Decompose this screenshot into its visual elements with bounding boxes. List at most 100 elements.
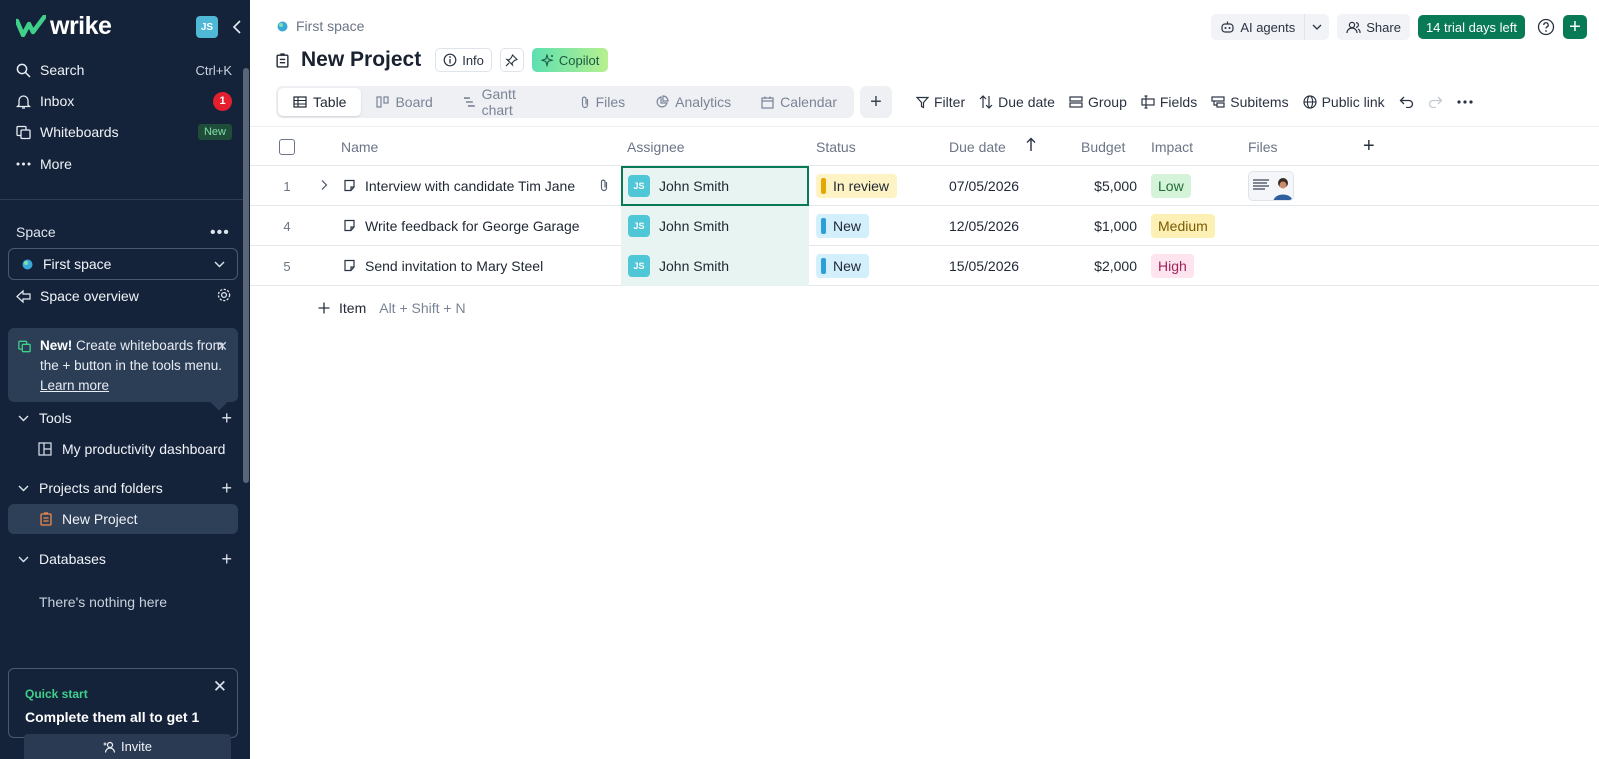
sidebar-item-new-project[interactable]: New Project [8, 504, 238, 534]
select-all-checkbox[interactable] [279, 139, 295, 155]
sidebar-item-dashboard[interactable]: My productivity dashboard [38, 437, 238, 461]
redo-icon[interactable] [1428, 96, 1443, 108]
sort-due-date-button[interactable]: Due date [979, 94, 1055, 110]
space-options-icon[interactable]: ••• [210, 224, 230, 242]
impact-badge[interactable]: Low [1151, 174, 1191, 198]
col-budget[interactable]: Budget [1081, 139, 1125, 155]
task-name[interactable]: Write feedback for George Garage [365, 218, 580, 234]
breadcrumb[interactable]: First space [276, 18, 364, 34]
assignee-cell[interactable]: JS John Smith [621, 166, 809, 206]
share-button[interactable]: Share [1337, 14, 1410, 40]
add-view-button[interactable]: + [860, 86, 892, 118]
gear-icon[interactable] [216, 287, 232, 306]
databases-section[interactable]: Databases + [18, 547, 232, 571]
col-assignee[interactable]: Assignee [627, 139, 685, 155]
info-icon [443, 53, 457, 67]
status-badge[interactable]: In review [816, 174, 898, 198]
chevron-down-icon [214, 261, 225, 267]
nav-inbox-label: Inbox [40, 93, 75, 109]
projects-section[interactable]: Projects and folders + [18, 476, 232, 500]
group-button[interactable]: Group [1069, 94, 1127, 110]
undo-icon[interactable] [1399, 96, 1414, 108]
budget-cell[interactable]: $2,000 [1080, 258, 1137, 274]
col-status[interactable]: Status [816, 139, 856, 155]
create-new-button[interactable]: + [1563, 15, 1587, 39]
col-impact[interactable]: Impact [1151, 139, 1193, 155]
tab-table[interactable]: Table [278, 88, 362, 116]
sidebar-scrollbar[interactable] [243, 64, 249, 704]
table-row[interactable]: 1 Interview with candidate Tim Jane JS J… [250, 166, 1599, 206]
page-title[interactable]: New Project [301, 48, 421, 72]
task-name[interactable]: Interview with candidate Tim Jane [365, 178, 575, 194]
close-icon[interactable]: ✕ [216, 336, 228, 356]
task-name[interactable]: Send invitation to Mary Steel [365, 258, 543, 274]
file-thumbnail[interactable] [1248, 171, 1294, 201]
public-link-button[interactable]: Public link [1302, 94, 1385, 110]
budget-cell[interactable]: $5,000 [1080, 178, 1137, 194]
scrollbar-thumb[interactable] [243, 68, 249, 483]
trial-days-button[interactable]: 14 trial days left [1417, 15, 1525, 39]
user-avatar[interactable]: JS [196, 16, 218, 38]
col-name[interactable]: Name [341, 139, 378, 155]
help-icon[interactable] [1533, 14, 1559, 40]
col-files[interactable]: Files [1248, 139, 1278, 155]
breadcrumb-space[interactable]: First space [296, 18, 364, 34]
tab-files[interactable]: Files [565, 88, 641, 116]
chevron-down-icon[interactable] [1305, 24, 1329, 30]
fields-button[interactable]: Fields [1141, 94, 1197, 110]
invite-button[interactable]: Invite [24, 734, 231, 759]
info-button[interactable]: Info [435, 48, 492, 72]
add-project-icon[interactable]: + [221, 478, 232, 499]
tools-section[interactable]: Tools + [18, 406, 232, 430]
add-column-icon[interactable]: + [1363, 135, 1375, 158]
sort-ascending-icon[interactable] [1026, 137, 1036, 155]
tab-board[interactable]: Board [361, 88, 447, 116]
status-badge[interactable]: New [816, 214, 870, 238]
budget-cell[interactable]: $1,000 [1080, 218, 1137, 234]
expand-chevron-icon[interactable] [320, 178, 328, 194]
filter-label: Filter [934, 94, 966, 110]
nav-inbox[interactable]: Inbox 1 [16, 88, 232, 114]
tab-analytics[interactable]: Analytics [640, 88, 746, 116]
status-label: New [833, 218, 862, 234]
table-row[interactable]: 4 Write feedback for George Garage JS Jo… [250, 206, 1599, 246]
copilot-button[interactable]: Copilot [531, 48, 609, 72]
pin-button[interactable] [499, 48, 524, 72]
copilot-label: Copilot [558, 52, 600, 68]
close-icon[interactable]: ✕ [213, 677, 227, 697]
table-row[interactable]: 5 Send invitation to Mary Steel JS John … [250, 246, 1599, 286]
nav-whiteboards[interactable]: Whiteboards New [16, 119, 232, 145]
due-date-cell[interactable]: 15/05/2026 [949, 258, 1019, 274]
quick-start-card[interactable]: Quick start Complete them all to get 1 ✕ [8, 668, 238, 738]
due-date-cell[interactable]: 12/05/2026 [949, 218, 1019, 234]
add-tool-icon[interactable]: + [221, 408, 232, 429]
nav-search[interactable]: Search Ctrl+K [16, 57, 232, 83]
due-date-cell[interactable]: 07/05/2026 [949, 178, 1019, 194]
tip-learn-more-link[interactable]: Learn more [40, 378, 109, 393]
status-badge[interactable]: New [816, 254, 870, 278]
tab-calendar[interactable]: Calendar [746, 88, 852, 116]
attachment-icon[interactable] [599, 178, 609, 195]
search-shortcut: Ctrl+K [195, 62, 232, 78]
ai-agents-button[interactable]: AI agents [1211, 14, 1306, 40]
filter-button[interactable]: Filter [916, 94, 965, 110]
collapse-sidebar-icon[interactable] [228, 16, 244, 38]
filter-icon [916, 96, 929, 108]
subitems-button[interactable]: Subitems [1211, 94, 1289, 110]
assignee-cell[interactable]: JS John Smith [621, 206, 809, 246]
col-due-date[interactable]: Due date [949, 139, 1006, 155]
add-database-icon[interactable]: + [221, 549, 232, 570]
nav-more[interactable]: More [16, 151, 232, 177]
task-icon [343, 219, 356, 235]
assignee-name: John Smith [659, 258, 730, 274]
add-item-button[interactable]: Item Alt + Shift + N [318, 300, 466, 316]
impact-badge[interactable]: High [1151, 254, 1194, 278]
space-selector[interactable]: First space [8, 248, 238, 280]
impact-badge[interactable]: Medium [1151, 214, 1215, 238]
space-overview[interactable]: Space overview [16, 283, 232, 309]
wrike-logo[interactable]: wrike [16, 12, 112, 40]
tab-gantt[interactable]: Gantt chart [448, 86, 565, 118]
more-options-icon[interactable] [1457, 100, 1473, 104]
assignee-cell[interactable]: JS John Smith [621, 246, 809, 286]
status-label: New [833, 258, 862, 274]
